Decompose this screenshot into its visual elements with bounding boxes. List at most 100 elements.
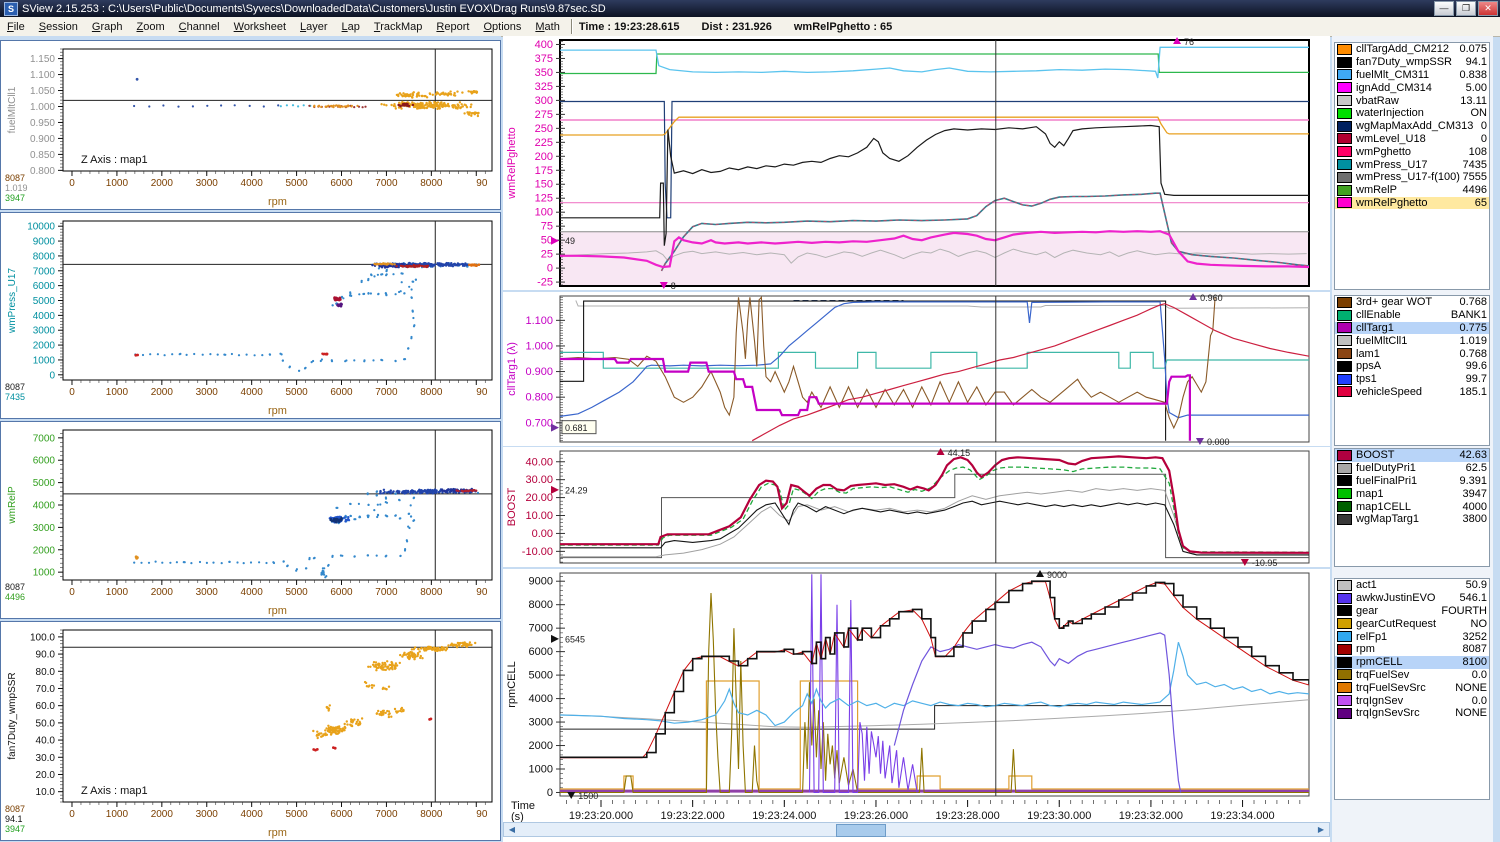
channel-color-swatch <box>1337 44 1352 55</box>
menu-session[interactable]: Session <box>32 19 85 35</box>
menu-worksheet[interactable]: Worksheet <box>227 19 293 35</box>
channel-row-wmPress_U17[interactable]: wmPress_U177435 <box>1335 158 1489 171</box>
menu-zoom[interactable]: Zoom <box>129 19 171 35</box>
channel-value: 7435 <box>1463 159 1487 171</box>
channel-row-BOOST[interactable]: BOOST42.63 <box>1335 449 1489 462</box>
menu-options[interactable]: Options <box>476 19 528 35</box>
channel-row-waterInjection[interactable]: waterInjectionON <box>1335 107 1489 120</box>
channel-name: gearCutRequest <box>1356 618 1471 630</box>
menu-math[interactable]: Math <box>528 19 566 35</box>
menu-channel[interactable]: Channel <box>172 19 227 35</box>
time-chart-rpmCELL[interactable]: 0100020003000400050006000700080009000rpm… <box>503 569 1330 800</box>
channel-row-trqIgnSev[interactable]: trqIgnSev0.0 <box>1335 694 1489 707</box>
scatter-panel-fan7Duty_wmpSSR[interactable]: 01000200030004000500060007000800090rpm10… <box>0 621 501 841</box>
minimize-button[interactable]: — <box>1434 1 1454 16</box>
channel-row-map1[interactable]: map13947 <box>1335 487 1489 500</box>
scroll-right-arrow[interactable]: ▶ <box>1314 824 1328 835</box>
y-tick-label: 2000 <box>33 341 56 352</box>
time-tick-label: 19:23:28.000 <box>935 810 999 822</box>
menu-trackmap[interactable]: TrackMap <box>367 19 430 35</box>
channel-row-3rd+ gear WOT[interactable]: 3rd+ gear WOT0.768 <box>1335 296 1489 309</box>
channel-row-relFp1[interactable]: relFp13252 <box>1335 630 1489 643</box>
app-icon: S <box>4 2 18 16</box>
channel-row-fuelFinalPri1[interactable]: fuelFinalPri19.391 <box>1335 475 1489 488</box>
menu-graph[interactable]: Graph <box>85 19 130 35</box>
channel-row-wgMapMaxAdd_CM313[interactable]: wgMapMaxAdd_CM3130 <box>1335 120 1489 133</box>
channel-name: map1 <box>1356 488 1463 500</box>
edge-value-label: 0.681 <box>565 423 588 433</box>
channel-row-gearCutRequest[interactable]: gearCutRequestNO <box>1335 617 1489 630</box>
channel-row-fuelDutyPri1[interactable]: fuelDutyPri162.5 <box>1335 462 1489 475</box>
channel-row-wmPghetto[interactable]: wmPghetto108 <box>1335 145 1489 158</box>
channel-name: fuelFinalPri1 <box>1356 475 1459 487</box>
channel-row-fuelMlt_CM311[interactable]: fuelMlt_CM3110.838 <box>1335 69 1489 82</box>
menu-report[interactable]: Report <box>429 19 476 35</box>
channel-row-wgMapTarg1[interactable]: wgMapTarg13800 <box>1335 513 1489 526</box>
channel-row-fuelMltCll1[interactable]: fuelMltCll11.019 <box>1335 334 1489 347</box>
time-chart-cllTarg1[interactable]: 0.7000.8000.9001.0001.100cllTarg1 (λ)0.9… <box>503 292 1330 446</box>
channel-row-lam1[interactable]: lam10.768 <box>1335 347 1489 360</box>
y-tick-label: 0.950 <box>30 118 55 129</box>
scatter-plot-fuelMltCll1[interactable]: 01000200030004000500060007000800090rpm0.… <box>1 41 500 209</box>
horizontal-scrollbar[interactable]: ◀ ▶ <box>503 822 1330 837</box>
x-axis-label: rpm <box>268 405 287 417</box>
scatter-panel-wmRelP[interactable]: 01000200030004000500060007000800090rpm10… <box>0 421 501 619</box>
channel-panel-2: 3rd+ gear WOT0.768cllEnableBANK1cllTarg1… <box>1334 295 1490 446</box>
channel-row-cllEnable[interactable]: cllEnableBANK1 <box>1335 309 1489 322</box>
channel-row-vehicleSpeed[interactable]: vehicleSpeed185.1 <box>1335 386 1489 399</box>
channel-row-trqFuelSev[interactable]: trqFuelSev0.0 <box>1335 669 1489 682</box>
channel-row-gear[interactable]: gearFOURTH <box>1335 605 1489 618</box>
channel-list-column: cllTargAdd_CM2120.075fan7Duty_wmpSSR94.1… <box>1332 36 1493 842</box>
channel-row-trqIgnSevSrc[interactable]: trqIgnSevSrcNONE <box>1335 707 1489 720</box>
channel-row-rpm[interactable]: rpm8087 <box>1335 643 1489 656</box>
menu-file[interactable]: File <box>0 19 32 35</box>
channel-name: 3rd+ gear WOT <box>1356 296 1459 308</box>
channel-row-wmPress_U17-f(100)[interactable]: wmPress_U17-f(100)7555 <box>1335 171 1489 184</box>
channel-row-awkwJustinEVO[interactable]: awkwJustinEVO546.1 <box>1335 592 1489 605</box>
channel-row-map1CELL[interactable]: map1CELL4000 <box>1335 500 1489 513</box>
channel-row-fan7Duty_wmpSSR[interactable]: fan7Duty_wmpSSR94.1 <box>1335 56 1489 69</box>
menu-lap[interactable]: Lap <box>335 19 367 35</box>
scatter-panel-fuelMltCll1[interactable]: 01000200030004000500060007000800090rpm0.… <box>0 40 501 210</box>
min-marker-label: -10.95 <box>1252 558 1278 567</box>
title-bar[interactable]: S SView 2.15.253 : C:\Users\Public\Docum… <box>0 0 1500 17</box>
channel-row-act1[interactable]: act150.9 <box>1335 579 1489 592</box>
scrollbar-thumb[interactable] <box>836 824 886 837</box>
scatter-panel-wmPress_U17[interactable]: 01000200030004000500060007000800090rpm01… <box>0 212 501 419</box>
y-tick-label: 5000 <box>33 478 56 489</box>
channel-row-wmRelPghetto[interactable]: wmRelPghetto65 <box>1335 197 1489 210</box>
channel-name: awkwJustinEVO <box>1356 592 1459 604</box>
channel-row-tps1[interactable]: tps199.7 <box>1335 373 1489 386</box>
time-tick-label: 19:23:32.000 <box>1119 810 1183 822</box>
series-vehicleSpeed <box>752 304 1309 441</box>
channel-row-cllTarg1[interactable]: cllTarg10.775 <box>1335 322 1489 335</box>
scatter-plot-fan7Duty_wmpSSR[interactable]: 01000200030004000500060007000800090rpm10… <box>1 622 500 840</box>
channel-row-wmRelP[interactable]: wmRelP4496 <box>1335 184 1489 197</box>
scatter-plot-wmRelP[interactable]: 01000200030004000500060007000800090rpm10… <box>1 422 500 618</box>
channel-name: fan7Duty_wmpSSR <box>1356 56 1466 68</box>
scroll-left-arrow[interactable]: ◀ <box>505 824 519 835</box>
channel-row-cllTargAdd_CM212[interactable]: cllTargAdd_CM2120.075 <box>1335 43 1489 56</box>
series-BOOST <box>560 456 1309 552</box>
channel-value: 0 <box>1481 133 1487 145</box>
channel-row-wmLevel_U18[interactable]: wmLevel_U180 <box>1335 133 1489 146</box>
menu-layer[interactable]: Layer <box>293 19 335 35</box>
channel-color-swatch <box>1337 488 1352 499</box>
channel-row-trqFuelSevSrc[interactable]: trqFuelSevSrcNONE <box>1335 681 1489 694</box>
time-tick-label: 19:23:20.000 <box>569 810 633 822</box>
maximize-button[interactable]: ❐ <box>1456 1 1476 16</box>
channel-color-swatch <box>1337 172 1352 183</box>
time-chart-wmRelPghetto[interactable]: -250255075100125150175200225250275300325… <box>503 36 1330 290</box>
time-chart-BOOST[interactable]: -10.000.0010.0020.0030.0040.00BOOST44.15… <box>503 447 1330 567</box>
scatter-plot-wmPress_U17[interactable]: 01000200030004000500060007000800090rpm01… <box>1 213 500 418</box>
channel-row-vbatRaw[interactable]: vbatRaw13.11 <box>1335 94 1489 107</box>
channel-value: 9.391 <box>1459 475 1487 487</box>
channel-row-rpmCELL[interactable]: rpmCELL8100 <box>1335 656 1489 669</box>
channel-value: 50.9 <box>1466 579 1487 591</box>
channel-color-swatch <box>1337 708 1352 719</box>
min-marker-label: 1500 <box>578 791 598 800</box>
channel-row-ppsA[interactable]: ppsA99.6 <box>1335 360 1489 373</box>
y-tick-label: 0.850 <box>30 150 55 161</box>
channel-row-ignAdd_CM314[interactable]: ignAdd_CM3145.00 <box>1335 81 1489 94</box>
close-button[interactable]: ✕ <box>1478 1 1498 16</box>
